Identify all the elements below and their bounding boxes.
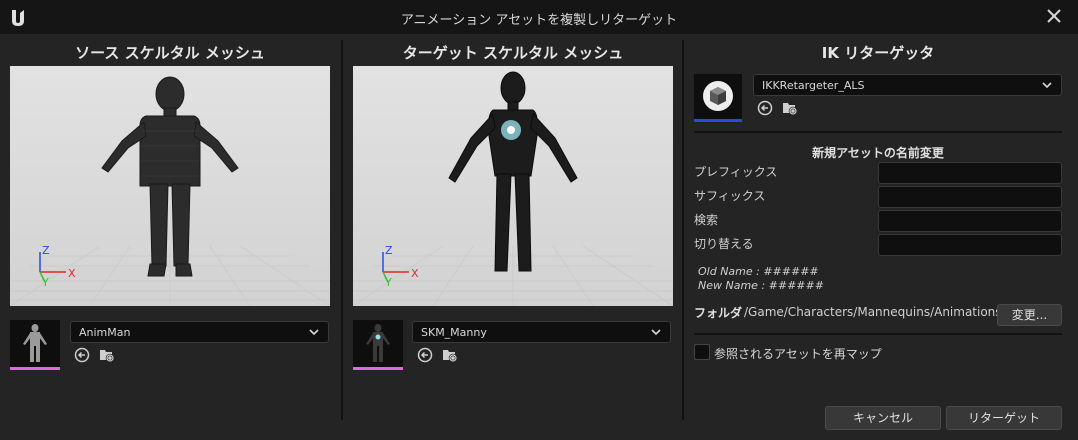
close-icon[interactable] (1044, 6, 1064, 26)
axis-y-label: Y (41, 276, 49, 289)
retargeter-dropdown[interactable]: IKKRetargeter_ALS (753, 74, 1062, 96)
suffix-label: サフィックス (694, 189, 766, 203)
window-title: アニメーション アセットを複製しリターゲット (400, 13, 678, 28)
source-mesh-thumbnail[interactable] (10, 320, 60, 370)
source-viewport[interactable]: Z X Y (10, 66, 330, 306)
browse-asset-icon[interactable] (442, 347, 458, 363)
new-name-preview: New Name : ###### (698, 279, 824, 292)
retarget-button[interactable]: リターゲット (946, 406, 1062, 430)
rename-heading: 新規アセットの名前変更 (812, 146, 944, 160)
axis-y-label: Y (384, 276, 392, 289)
retargeter-heading: IK リターゲッタ (821, 44, 935, 62)
manny-thumbnail-icon (366, 324, 390, 362)
target-heading: ターゲット スケルタル メッシュ (402, 44, 624, 62)
retargeter-asset-thumbnail[interactable] (694, 74, 742, 122)
axis-x-label: X (68, 267, 76, 280)
target-mesh-dropdown[interactable]: SKM_Manny (412, 321, 671, 343)
axis-x-label: X (411, 267, 419, 280)
retargeter-asset-name: IKKRetargeter_ALS (762, 79, 865, 92)
search-label: 検索 (694, 213, 719, 227)
section-divider (694, 333, 1062, 335)
use-selected-asset-icon[interactable] (417, 347, 433, 363)
axis-z-label: Z (385, 244, 393, 257)
replace-input[interactable] (878, 234, 1062, 256)
prefix-label: プレフィックス (694, 165, 778, 179)
section-divider (694, 131, 1062, 133)
prefix-input[interactable] (878, 162, 1062, 184)
column-divider (341, 40, 343, 420)
browse-asset-icon[interactable] (782, 100, 798, 116)
source-heading: ソース スケルタル メッシュ (75, 44, 265, 62)
use-selected-asset-icon[interactable] (74, 347, 90, 363)
target-mesh-thumbnail[interactable] (353, 320, 403, 370)
source-mesh-dropdown[interactable]: AnimMan (70, 321, 329, 343)
change-folder-button[interactable]: 変更... (997, 304, 1062, 326)
column-divider (682, 40, 684, 420)
replace-label: 切り替える (694, 237, 754, 251)
title-bar: アニメーション アセットを複製しリターゲット (0, 0, 1078, 34)
target-viewport[interactable]: Z X Y (353, 66, 673, 306)
folder-label: フォルダ (694, 306, 743, 320)
remap-references-label: 参照されるアセットを再マップ (714, 347, 882, 361)
use-selected-asset-icon[interactable] (757, 100, 773, 116)
cancel-button[interactable]: キャンセル (825, 406, 941, 430)
remap-references-checkbox[interactable] (694, 344, 710, 360)
old-name-preview: Old Name : ###### (698, 265, 819, 278)
suffix-input[interactable] (878, 186, 1062, 208)
chevron-down-icon (309, 329, 319, 336)
target-mesh-name: SKM_Manny (421, 326, 487, 339)
search-input[interactable] (878, 210, 1062, 232)
chevron-down-icon (1042, 82, 1052, 89)
chevron-down-icon (651, 329, 661, 336)
cube-asset-icon (703, 81, 733, 111)
dialog-body: ソース スケルタル メッシュ Z X Y AnimMan ターゲット スケルタル… (0, 34, 1078, 440)
folder-path: /Game/Characters/Mannequins/Animations (744, 305, 1002, 319)
source-mesh-name: AnimMan (79, 326, 131, 339)
browse-asset-icon[interactable] (99, 347, 115, 363)
axis-z-label: Z (42, 244, 50, 257)
mannequin-thumbnail-icon (23, 324, 47, 362)
